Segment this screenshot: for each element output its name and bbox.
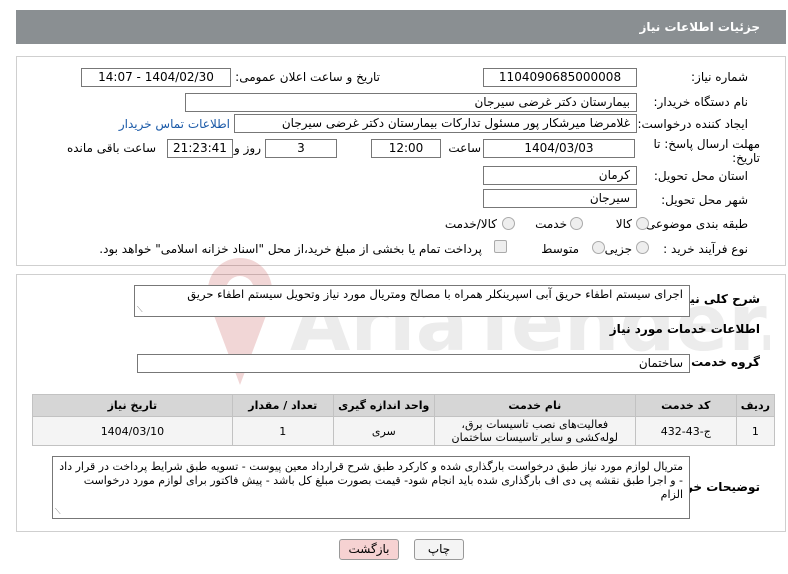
col-header-row: ردیف	[735, 394, 776, 417]
col-header-name: نام خدمت	[433, 394, 636, 417]
category-radio-both[interactable]	[502, 217, 515, 230]
days-field: 3	[265, 139, 337, 158]
remaining-label: ساعت باقی مانده	[66, 141, 156, 155]
services-table: ردیف کد خدمت نام خدمت واحد اندازه گیری ت…	[32, 394, 776, 446]
resize-grip-icon[interactable]: ⟋	[137, 305, 143, 315]
print-button[interactable]: چاپ	[414, 539, 464, 560]
service-group-field: ساختمان	[137, 354, 690, 373]
need-number-label: شماره نیاز:	[691, 70, 748, 84]
buyer-org-field: بیمارستان دکتر غرضی سیرجان	[185, 93, 637, 112]
summary-textarea[interactable]: اجرای سیستم اطفاء حریق آبی اسپرینکلر همر…	[134, 285, 690, 317]
col-header-qty: تعداد / مقدار	[231, 394, 334, 417]
col-header-code: کد خدمت	[634, 394, 737, 417]
process-label: نوع فرآیند خرید :	[663, 242, 748, 256]
hour-label: ساعت	[448, 141, 481, 155]
buyer-notes-text: متریال لوازم مورد نیاز طبق درخواست بارگذ…	[59, 460, 683, 501]
cell-unit: سری	[332, 416, 435, 446]
remaining-time-field: 21:23:41	[167, 139, 233, 158]
deadline-date-field: 1404/03/03	[483, 139, 635, 158]
resize-grip-icon[interactable]: ⟋	[55, 507, 61, 517]
process-option-minor: جزیی	[604, 242, 632, 256]
contact-info-link[interactable]: اطلاعات تماس خریدار	[119, 117, 230, 131]
process-radio-medium[interactable]	[592, 241, 605, 254]
payment-checkbox[interactable]	[494, 240, 507, 253]
announce-label: تاریخ و ساعت اعلان عمومی:	[235, 70, 380, 84]
payment-note: پرداخت تمام یا بخشی از مبلغ خرید،از محل …	[99, 242, 482, 256]
category-option-both: کالا/خدمت	[444, 217, 497, 231]
cell-service-name: فعالیت‌های نصب تاسیسات برق، لوله‌کشی و س…	[433, 416, 636, 446]
announce-field: 1404/02/30 - 14:07	[81, 68, 231, 87]
category-option-service: خدمت	[535, 217, 567, 231]
back-button[interactable]: بازگشت	[339, 539, 399, 560]
city-label: شهر محل تحویل:	[661, 193, 748, 207]
page-header: جزئیات اطلاعات نیاز	[16, 10, 786, 44]
city-field: سیرجان	[483, 189, 637, 208]
need-number-field: 1104090685000008	[483, 68, 637, 87]
deadline-label: مهلت ارسال پاسخ: تا تاریخ:	[653, 137, 760, 165]
category-radio-goods[interactable]	[636, 217, 649, 230]
col-header-unit: واحد اندازه گیری	[332, 394, 435, 417]
creator-label: ایجاد کننده درخواست:	[637, 117, 748, 131]
buyer-notes-textarea[interactable]: متریال لوازم مورد نیاز طبق درخواست بارگذ…	[52, 456, 690, 519]
table-row: 1 ج-43-432 فعالیت‌های نصب تاسیسات برق، ل…	[32, 416, 776, 446]
page-title: جزئیات اطلاعات نیاز	[639, 20, 760, 34]
days-label: روز و	[234, 141, 261, 155]
services-section-title: اطلاعات خدمات مورد نیاز	[609, 322, 760, 336]
cell-row-number: 1	[735, 416, 776, 446]
cell-service-code: ج-43-432	[634, 416, 737, 446]
province-label: استان محل تحویل:	[653, 169, 748, 183]
category-label: طبقه بندی موضوعی:	[641, 217, 748, 231]
process-radio-minor[interactable]	[636, 241, 649, 254]
buyer-org-label: نام دستگاه خریدار:	[653, 95, 749, 109]
cell-quantity: 1	[231, 416, 334, 446]
creator-field: غلامرضا میرشکار پور مسئول تدارکات بیمارس…	[234, 114, 637, 133]
summary-text: اجرای سیستم اطفاء حریق آبی اسپرینکلر همر…	[187, 287, 683, 301]
category-option-goods: کالا	[615, 217, 632, 231]
deadline-time-field: 12:00	[371, 139, 441, 158]
category-radio-service[interactable]	[570, 217, 583, 230]
province-field: کرمان	[483, 166, 637, 185]
service-group-label: گروه خدمت:	[686, 355, 760, 369]
process-option-medium: متوسط	[541, 242, 579, 256]
col-header-date: تاریخ نیاز	[32, 394, 233, 417]
cell-need-date: 1404/03/10	[32, 416, 233, 446]
